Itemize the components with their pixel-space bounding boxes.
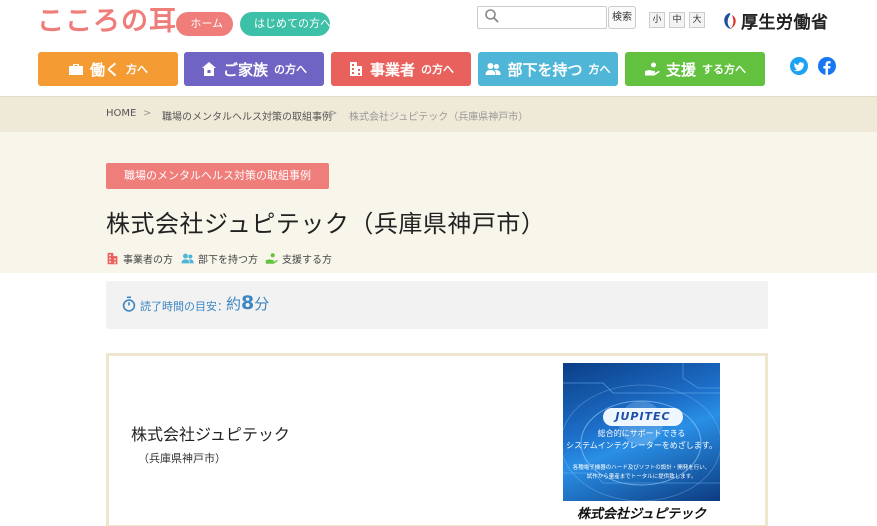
nav-support-label: 支援 [665,60,696,79]
nav-boss-suffix: 方へ [588,63,611,76]
people-icon [181,253,194,264]
nav-family-suffix: の方へ [274,63,307,76]
first-time-button-label: はじめての方へ [254,17,331,30]
ad-description-line2: 試作から量産までトータルに提供致します。 [586,474,697,480]
helping-hand-icon [265,253,278,264]
company-location: （兵庫県神戸市） [138,452,226,465]
house-icon [201,62,216,76]
font-size-large-button[interactable]: 大 [689,12,705,28]
tag-business-label: 事業者の方 [123,255,173,266]
tag-boss-label: 部下を持つ方 [198,255,258,266]
reading-time-label: 読了時間の目安： [140,300,228,313]
home-button-label: ホーム [190,17,223,30]
stopwatch-icon [122,296,136,312]
building-icon [107,252,118,265]
nav-support-button[interactable]: 支援 する方へ [625,52,765,86]
ministry-mark-icon [724,12,736,29]
twitter-icon[interactable] [790,57,808,75]
reading-time-value: 約8分 [226,292,269,314]
tag-business[interactable]: 事業者の方 [106,251,173,266]
first-time-button[interactable]: はじめての方へ [240,12,331,36]
reading-time-minutes: 8 [241,292,255,314]
nav-family-label: ご家族 [222,60,268,79]
nav-family-button[interactable]: ご家族 の方へ [184,52,324,86]
briefcase-icon [68,64,83,75]
ad-slogan-line2: システムインテグレーターをめざします。 [566,441,717,450]
company-name: 株式会社ジュピテック [131,425,290,444]
reading-time-prefix: 約 [226,295,242,313]
nav-support-suffix: する方へ [702,63,746,76]
home-button[interactable]: ホーム [176,12,233,36]
breadcrumb-current: 株式会社ジュピテック（兵庫県神戸市） [349,112,529,123]
nav-work-suffix: 方へ [126,63,148,76]
nav-business-button[interactable]: 事業者 の方へ [331,52,471,86]
breadcrumb-separator: > [143,108,152,119]
breadcrumb-separator: > [329,108,338,119]
nav-boss-button[interactable]: 部下を持つ 方へ [478,52,618,86]
nav-boss-label: 部下を持つ [507,60,583,79]
page-title: 株式会社ジュピテック（兵庫県神戸市） [106,210,546,238]
search-button[interactable]: 検索 [608,6,636,29]
breadcrumb-home-link[interactable]: HOME [106,108,136,119]
reading-time-unit: 分 [254,295,270,313]
helping-hand-icon [644,62,660,76]
ministry-name: 厚生労働省 [741,13,829,33]
search-icon [485,9,499,23]
people-icon [485,63,501,75]
font-size-small-button[interactable]: 小 [649,12,665,28]
font-size-medium-button[interactable]: 中 [669,12,685,28]
nav-business-label: 事業者 [369,60,415,79]
nav-business-suffix: の方へ [421,63,454,76]
nav-work-label: 働く [89,60,120,79]
nav-work-button[interactable]: 働く 方へ [38,52,178,86]
ad-slogan-line1: 総合的にサポートできる [597,429,686,438]
building-icon [349,62,362,76]
site-logo[interactable]: こころの耳 [37,6,177,38]
ad-description-line1: 各種電子機器のハード及びソフトの設計・開発を行い、 [572,465,711,471]
jupitec-logo: JUPITEC [603,408,683,426]
tag-boss[interactable]: 部下を持つ方 [181,251,258,266]
tag-support-label: 支援する方 [282,255,332,266]
facebook-icon[interactable] [818,57,836,75]
company-image-caption: 株式会社ジュピテック [576,507,707,522]
tag-support[interactable]: 支援する方 [265,251,332,266]
ministry-logo[interactable]: 厚生労働省 [722,8,829,33]
category-badge[interactable]: 職場のメンタルヘルス対策の取組事例 [106,163,329,189]
breadcrumb-category-link[interactable]: 職場のメンタルヘルス対策の取組事例 [162,108,332,123]
